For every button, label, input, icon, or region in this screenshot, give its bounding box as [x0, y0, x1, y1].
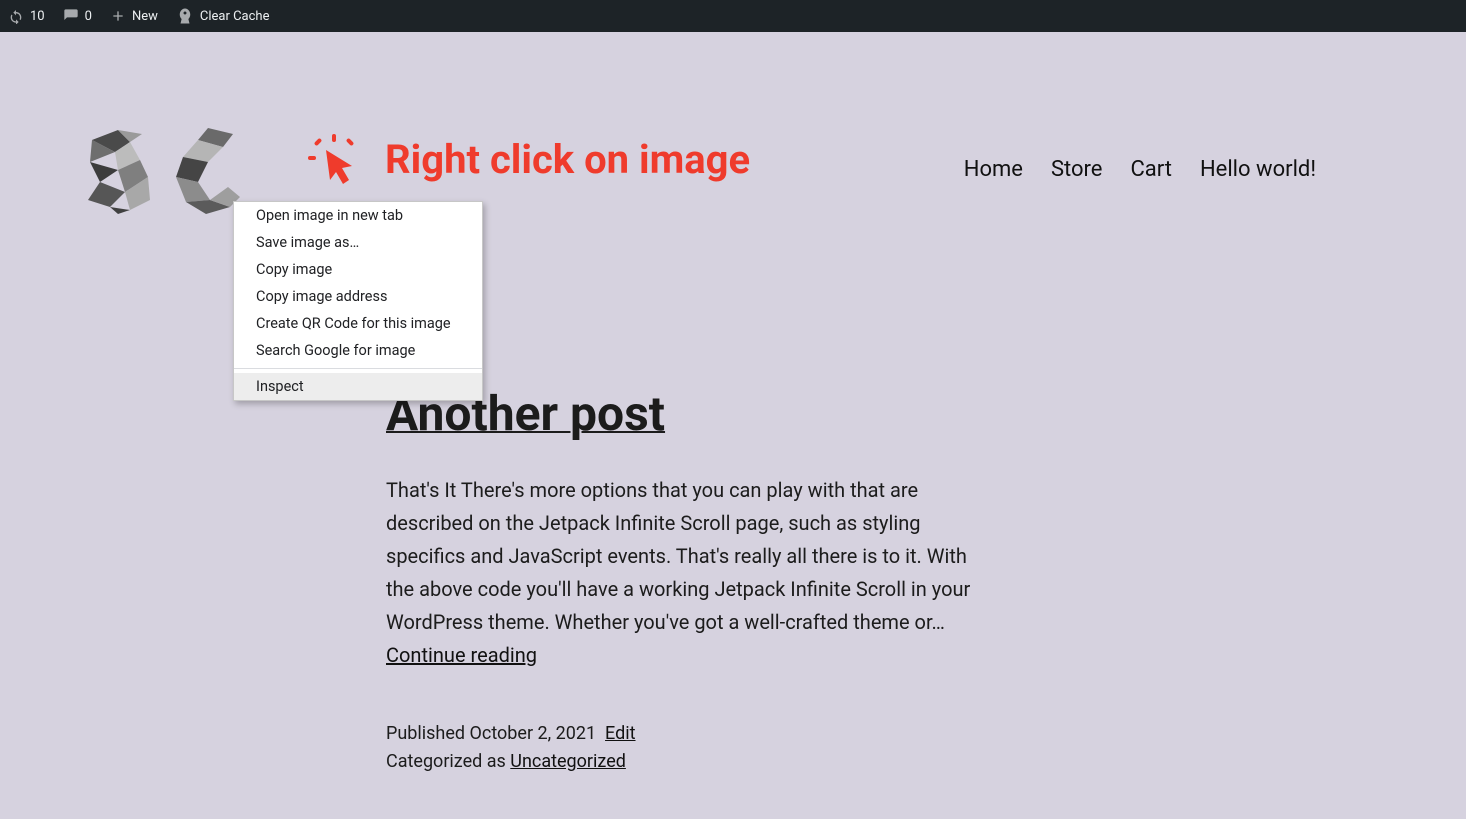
- page-content: Right click on image Home Store Cart Hel…: [0, 32, 1466, 776]
- post-body-text: That's It There's more options that you …: [386, 478, 970, 634]
- site-logo[interactable]: [80, 122, 250, 217]
- post: Another post That's It There's more opti…: [386, 385, 996, 776]
- admin-comments[interactable]: 0: [63, 8, 92, 24]
- refresh-count: 10: [30, 9, 45, 24]
- logo-area: Right click on image: [80, 122, 250, 217]
- post-meta: Published October 2, 2021 Edit Categoriz…: [386, 720, 996, 776]
- context-menu: Open image in new tab Save image as… Cop…: [233, 201, 483, 401]
- post-date: October 2, 2021: [470, 723, 597, 744]
- comment-icon: [63, 8, 79, 24]
- nav-cart[interactable]: Cart: [1130, 157, 1171, 182]
- cm-create-qr[interactable]: Create QR Code for this image: [234, 310, 482, 337]
- cm-search-google[interactable]: Search Google for image: [234, 337, 482, 364]
- edit-link[interactable]: Edit: [605, 723, 635, 744]
- nav-store[interactable]: Store: [1051, 157, 1103, 182]
- cm-open-image-new-tab[interactable]: Open image in new tab: [234, 202, 482, 229]
- admin-clear-cache[interactable]: Clear Cache: [176, 7, 270, 25]
- cm-save-image-as[interactable]: Save image as…: [234, 229, 482, 256]
- new-label: New: [132, 9, 158, 24]
- refresh-icon: [8, 8, 24, 24]
- rocket-icon: [176, 7, 194, 25]
- plus-icon: [110, 8, 126, 24]
- cm-copy-image-address[interactable]: Copy image address: [234, 283, 482, 310]
- annotation-text: Right click on image: [385, 136, 750, 183]
- continue-reading-link[interactable]: Continue reading: [386, 643, 537, 667]
- admin-new[interactable]: New: [110, 8, 158, 24]
- cm-copy-image[interactable]: Copy image: [234, 256, 482, 283]
- categorized-label: Categorized as: [386, 751, 510, 772]
- admin-refresh[interactable]: 10: [8, 8, 45, 24]
- nav-hello-world[interactable]: Hello world!: [1200, 157, 1316, 182]
- category-link[interactable]: Uncategorized: [510, 751, 626, 772]
- wp-admin-bar: 10 0 New Clear Cache: [0, 0, 1466, 32]
- click-cursor-icon: [308, 134, 360, 186]
- post-excerpt: That's It There's more options that you …: [386, 474, 996, 672]
- nav-home[interactable]: Home: [964, 157, 1023, 182]
- comments-count: 0: [85, 9, 92, 24]
- cm-inspect[interactable]: Inspect: [234, 373, 482, 400]
- cm-separator: [234, 368, 482, 369]
- primary-nav: Home Store Cart Hello world!: [964, 157, 1316, 182]
- published-label: Published: [386, 723, 470, 744]
- clear-cache-label: Clear Cache: [200, 9, 270, 24]
